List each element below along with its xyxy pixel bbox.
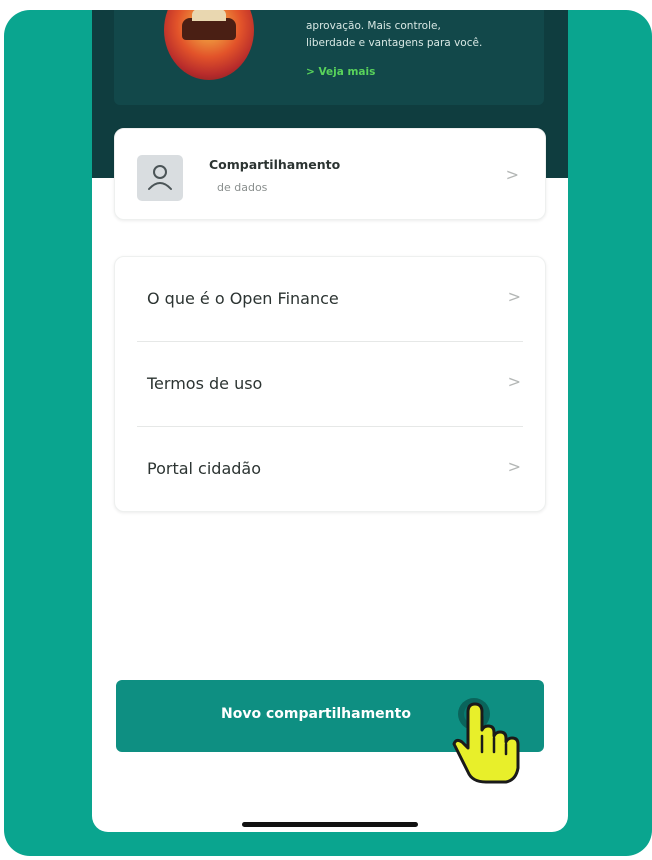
chevron-right-icon: > — [505, 165, 519, 184]
chevron-right-icon: > — [507, 287, 521, 306]
share-title: Compartilhamento — [209, 157, 341, 172]
car-illustration — [182, 10, 236, 40]
menu-item-terms[interactable]: Termos de uso > — [115, 342, 547, 426]
menu-item-citizen-portal[interactable]: Portal cidadão > — [115, 427, 547, 511]
home-indicator — [242, 822, 418, 827]
promo-text-line-1: aprovação. Mais controle, — [306, 20, 441, 32]
promo-card[interactable]: aprovação. Mais controle, liberdade e va… — [114, 10, 544, 105]
phone-screen: aprovação. Mais controle, liberdade e va… — [92, 10, 568, 832]
chevron-right-icon: > — [507, 372, 521, 391]
promo-text: aprovação. Mais controle, liberdade e va… — [306, 18, 556, 52]
user-icon — [137, 155, 183, 201]
menu-item-label: O que é o Open Finance — [147, 289, 339, 308]
chevron-right-icon: > — [507, 457, 521, 476]
data-sharing-card[interactable]: Compartilhamento de dados > — [114, 128, 546, 220]
promo-text-line-2: liberdade e vantagens para você. — [306, 37, 483, 49]
pointer-hand-icon — [452, 698, 520, 784]
see-more-link[interactable]: > Veja mais — [306, 66, 375, 78]
promo-image — [164, 10, 254, 80]
menu-list: O que é o Open Finance > Termos de uso >… — [114, 256, 546, 512]
menu-item-label: Portal cidadão — [147, 459, 262, 478]
share-subtitle: de dados — [217, 181, 268, 194]
menu-item-open-finance[interactable]: O que é o Open Finance > — [115, 257, 547, 341]
menu-item-label: Termos de uso — [147, 374, 263, 393]
